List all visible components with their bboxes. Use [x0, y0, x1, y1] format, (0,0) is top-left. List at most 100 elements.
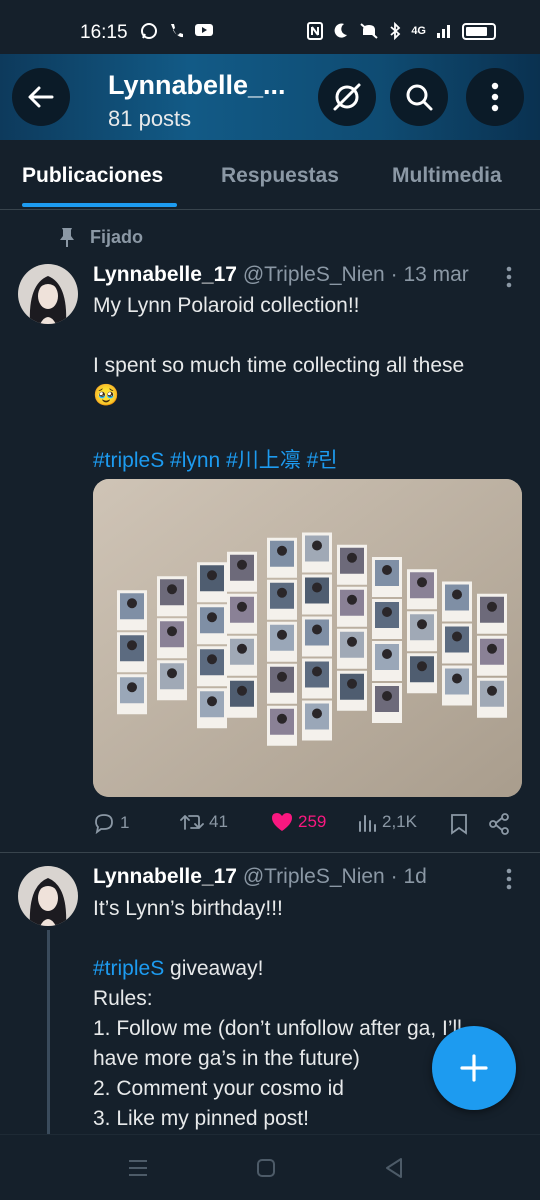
- tweet-text-line: My Lynn Polaroid collection!!: [93, 294, 360, 317]
- tweet-hashtag[interactable]: #tripleS: [93, 957, 164, 980]
- tweet-media-image[interactable]: [93, 479, 522, 797]
- tweet-date[interactable]: 1d: [403, 865, 426, 888]
- avatar[interactable]: [18, 264, 78, 324]
- like-button[interactable]: 259: [271, 812, 326, 832]
- nfc-icon: [307, 22, 324, 40]
- pleading-face-emoji: 🥹: [93, 384, 120, 407]
- profile-title: Lynnabelle_...: [108, 70, 286, 100]
- avatar-image: [18, 264, 78, 324]
- bookmark-icon[interactable]: [450, 813, 468, 835]
- post-count: 81 posts: [108, 106, 192, 131]
- search-button[interactable]: [390, 68, 448, 126]
- share-icon[interactable]: [488, 813, 510, 835]
- polaroid-figure: [207, 696, 217, 707]
- active-tab-indicator: [22, 203, 177, 207]
- polaroid-figure: [312, 666, 322, 677]
- view-count: 2,1K: [382, 812, 417, 831]
- polaroid-figure: [207, 654, 217, 665]
- arrow-left-icon: [28, 86, 54, 108]
- tweet-actions: 1 41 259 2,1K: [0, 812, 540, 840]
- polaroid-figure: [312, 540, 322, 551]
- separator-dot: ·: [390, 865, 398, 888]
- separator-dot: ·: [390, 263, 398, 286]
- system-navigation-bar: [0, 1134, 540, 1200]
- author-name[interactable]: Lynnabelle_17: [93, 865, 237, 888]
- author-handle[interactable]: @TripleS_Nien: [243, 865, 385, 888]
- tweet-hashtags[interactable]: #tripleS #lynn #川上凛 #린: [93, 444, 338, 474]
- avatar[interactable]: [18, 866, 78, 926]
- polaroid-figure: [312, 624, 322, 635]
- retweet-count: 41: [209, 812, 228, 831]
- polaroid-figure: [127, 682, 137, 693]
- polaroid-figure: [417, 619, 427, 630]
- pin-icon: [60, 228, 74, 247]
- tweet-header: Lynnabelle_17 @TripleS_Nien · 1d: [93, 865, 427, 889]
- tweet-more-icon[interactable]: [506, 266, 512, 288]
- polaroid-figure: [347, 636, 357, 647]
- call-icon: [171, 24, 183, 38]
- polaroid-figure: [417, 577, 427, 588]
- polaroid-figure: [207, 570, 217, 581]
- tweet-more-icon[interactable]: [506, 868, 512, 890]
- polaroid-figure: [237, 601, 247, 612]
- recent-apps-icon[interactable]: [127, 1158, 149, 1178]
- reply-icon: [95, 814, 113, 834]
- polaroid-figure: [312, 708, 322, 719]
- reply-button[interactable]: 1: [93, 812, 129, 834]
- search-icon: [406, 84, 433, 111]
- author-handle[interactable]: @TripleS_Nien: [243, 263, 385, 286]
- retweet-icon: [180, 815, 204, 830]
- polaroid-figure: [312, 582, 322, 593]
- tab-publicaciones[interactable]: Publicaciones: [22, 164, 163, 188]
- network-type: 4G: [411, 25, 426, 37]
- polaroid-figure: [382, 607, 392, 617]
- like-count: 259: [298, 812, 327, 831]
- back-nav-icon[interactable]: [384, 1157, 404, 1179]
- tab-respuestas[interactable]: Respuestas: [221, 164, 339, 188]
- grok-button[interactable]: [318, 68, 376, 126]
- tweet-header: Lynnabelle_17 @TripleS_Nien · 13 mar: [93, 263, 469, 287]
- polaroid-figure: [277, 545, 287, 556]
- tweet-text-line: 2. Comment your cosmo id: [93, 1077, 344, 1100]
- tweet-text: giveaway!: [164, 957, 264, 980]
- tweet-text-line: It’s Lynn’s birthday!!!: [93, 897, 283, 920]
- polaroid-figure: [347, 678, 357, 689]
- status-time: 16:15: [80, 22, 128, 43]
- polaroid-figure: [382, 649, 392, 659]
- heart-filled-icon: [272, 813, 292, 831]
- back-button[interactable]: [12, 68, 70, 126]
- more-vertical-icon: [491, 82, 499, 112]
- plus-icon: [460, 1054, 488, 1082]
- tweet-text-line: 3. Like my pinned post!: [93, 1107, 309, 1130]
- polaroid-figure: [277, 671, 287, 682]
- retweet-button[interactable]: 41: [180, 812, 228, 832]
- home-icon[interactable]: [256, 1158, 276, 1178]
- polaroid-figure: [452, 631, 462, 642]
- polaroid-figure: [237, 643, 247, 654]
- polaroid-figure: [127, 598, 137, 609]
- tweet-date[interactable]: 13 mar: [403, 263, 468, 286]
- tweet-divider: [0, 852, 540, 853]
- views-button[interactable]: 2,1K: [357, 812, 417, 832]
- mute-icon: [360, 23, 378, 39]
- youtube-icon: [195, 24, 213, 36]
- compose-post-button[interactable]: [432, 1026, 516, 1110]
- tab-multimedia[interactable]: Multimedia: [392, 164, 502, 188]
- more-options-button[interactable]: [466, 68, 524, 126]
- status-notification-icons: [140, 22, 214, 40]
- whatsapp-icon: [141, 23, 157, 39]
- tweet-text-line: Rules:: [93, 987, 153, 1010]
- pinned-text: Fijado: [90, 226, 143, 247]
- grok-icon: [333, 83, 361, 111]
- polaroid-figure: [487, 685, 497, 696]
- author-name[interactable]: Lynnabelle_17: [93, 263, 237, 286]
- polaroid-collection-photo: [93, 479, 522, 797]
- moon-icon: [334, 23, 348, 38]
- polaroid-figure: [277, 713, 287, 724]
- polaroid-figure: [237, 685, 247, 696]
- tweet-text-line: have more ga’s in the future): [93, 1047, 360, 1070]
- polaroid-figure: [237, 559, 247, 570]
- polaroid-figure: [452, 673, 462, 684]
- polaroid-figure: [207, 612, 217, 623]
- views-chart-icon: [359, 815, 376, 832]
